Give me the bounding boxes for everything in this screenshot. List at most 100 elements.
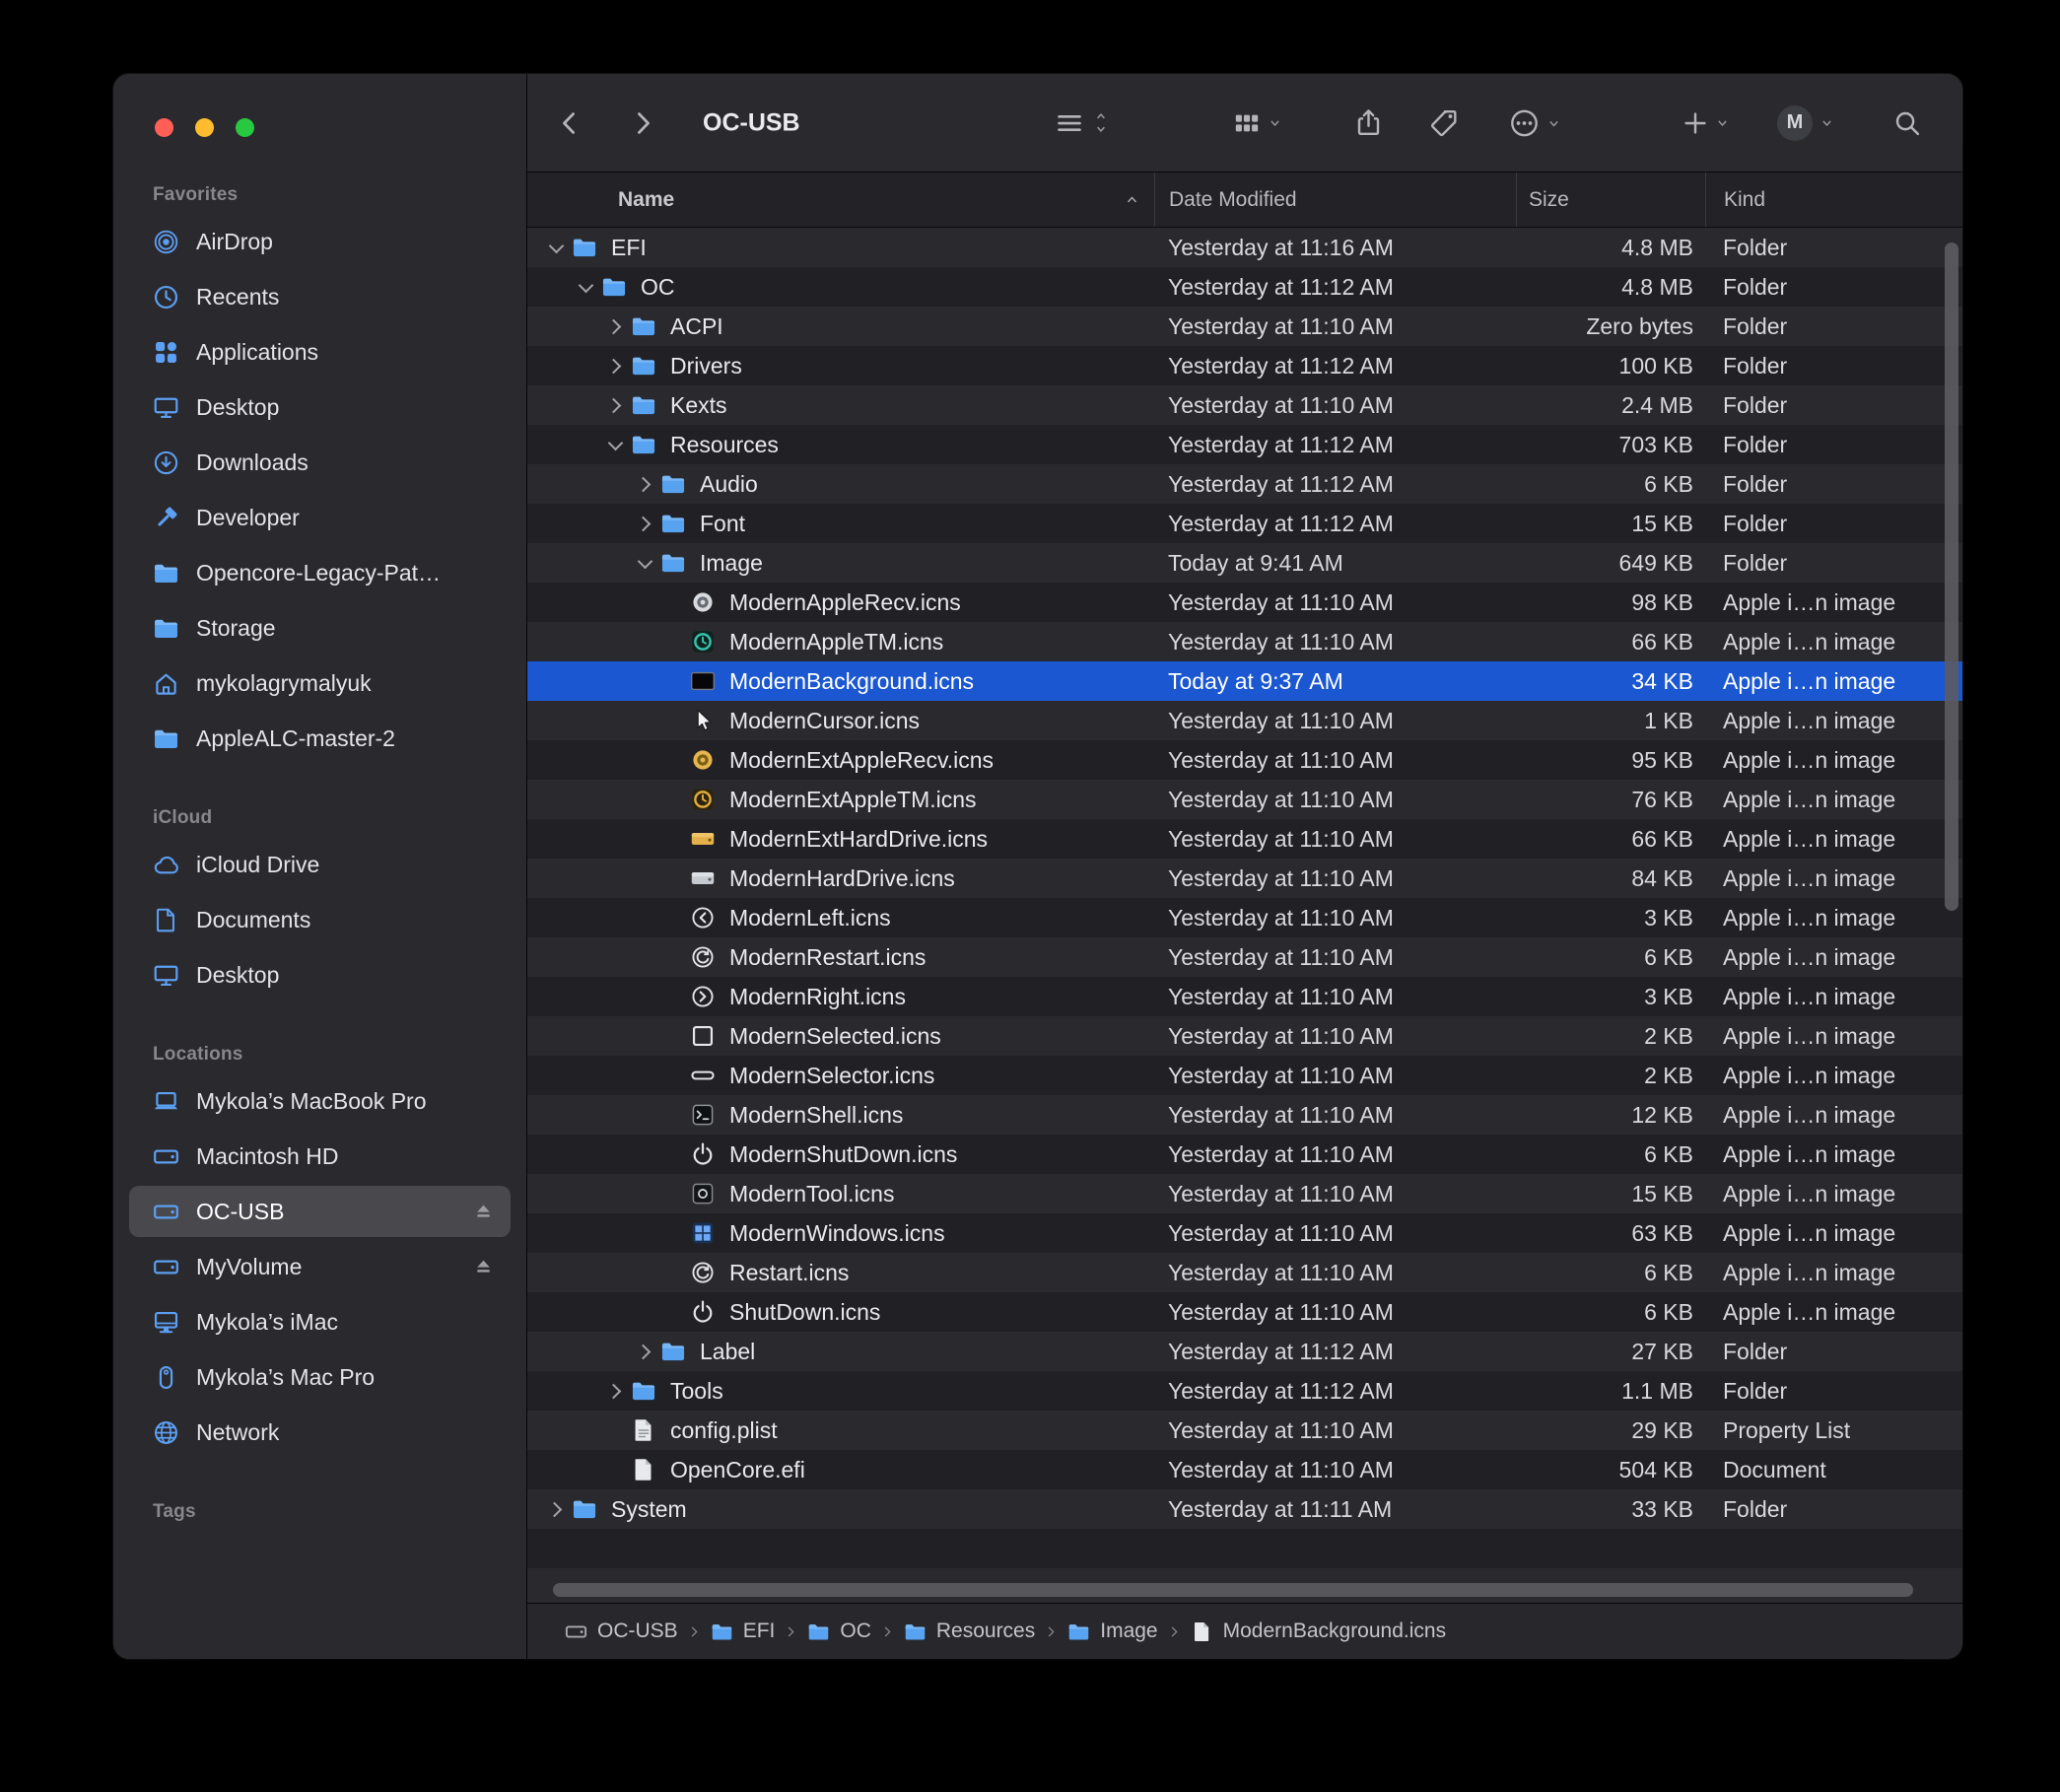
column-header-name[interactable]: Name [527,172,1154,227]
zoom-button[interactable] [236,118,254,137]
sidebar-item-macintosh-hd[interactable]: Macintosh HD [129,1131,511,1182]
disclosure-spacer [659,1095,689,1135]
path-item-resources[interactable]: Resources [904,1620,1035,1643]
file-row-modernselector-icns[interactable]: ModernSelector.icns Yesterday at 11:10 A… [527,1056,1962,1095]
file-row-modernappletm-icns[interactable]: ModernAppleTM.icns Yesterday at 11:10 AM… [527,622,1962,661]
sidebar-item-mykola-s-mac-pro[interactable]: Mykola’s Mac Pro [129,1351,511,1403]
file-row-oc[interactable]: OC Yesterday at 11:12 AM 4.8 MB Folder [527,267,1962,307]
sidebar-item-mykola-s-macbook-pro[interactable]: Mykola’s MacBook Pro [129,1075,511,1127]
disclosure-open-icon[interactable] [600,425,630,464]
disclosure-closed-icon[interactable] [541,1489,571,1529]
file-row-audio[interactable]: Audio Yesterday at 11:12 AM 6 KB Folder [527,464,1962,504]
minimize-button[interactable] [195,118,214,137]
file-row-image[interactable]: Image Today at 9:41 AM 649 KB Folder [527,543,1962,583]
disclosure-closed-icon[interactable] [600,1371,630,1411]
disclosure-closed-icon[interactable] [600,346,630,385]
path-item-oc[interactable]: OC [807,1620,871,1643]
file-row-modernharddrive-icns[interactable]: ModernHardDrive.icns Yesterday at 11:10 … [527,859,1962,898]
horizontal-scrollbar[interactable] [553,1583,1913,1597]
file-row-modernextharddrive-icns[interactable]: ModernExtHardDrive.icns Yesterday at 11:… [527,819,1962,859]
sidebar-item-storage[interactable]: Storage [129,602,511,654]
account-button[interactable]: M [1777,105,1833,141]
eject-icon[interactable] [472,1256,495,1278]
forward-button[interactable] [630,110,655,136]
file-row-tools[interactable]: Tools Yesterday at 11:12 AM 1.1 MB Folde… [527,1371,1962,1411]
disclosure-closed-icon[interactable] [630,1332,659,1371]
file-row-moderncursor-icns[interactable]: ModernCursor.icns Yesterday at 11:10 AM … [527,701,1962,740]
sidebar-item-desktop[interactable]: Desktop [129,949,511,1000]
sidebar-item-recents[interactable]: Recents [129,271,511,322]
path-item-oc-usb[interactable]: OC-USB [565,1620,678,1643]
view-mode-button[interactable] [1056,109,1107,137]
column-header-kind[interactable]: Kind [1705,172,1962,227]
file-row-shutdown-icns[interactable]: ShutDown.icns Yesterday at 11:10 AM 6 KB… [527,1292,1962,1332]
back-button[interactable] [557,110,583,136]
file-row-font[interactable]: Font Yesterday at 11:12 AM 15 KB Folder [527,504,1962,543]
kind-cell: Apple i…n image [1705,661,1962,701]
file-row-modernextappletm-icns[interactable]: ModernExtAppleTM.icns Yesterday at 11:10… [527,780,1962,819]
disclosure-closed-icon[interactable] [600,385,630,425]
group-button[interactable] [1233,109,1281,137]
more-options-button[interactable] [1509,107,1560,138]
file-row-modernselected-icns[interactable]: ModernSelected.icns Yesterday at 11:10 A… [527,1016,1962,1056]
disclosure-closed-icon[interactable] [600,307,630,346]
file-row-modernleft-icns[interactable]: ModernLeft.icns Yesterday at 11:10 AM 3 … [527,898,1962,937]
sidebar-item-myvolume[interactable]: MyVolume [129,1241,511,1292]
file-row-modernapplerecv-icns[interactable]: ModernAppleRecv.icns Yesterday at 11:10 … [527,583,1962,622]
new-item-button[interactable] [1682,110,1729,136]
file-name: Kexts [670,392,727,419]
disclosure-spacer [659,1213,689,1253]
file-row-moderntool-icns[interactable]: ModernTool.icns Yesterday at 11:10 AM 15… [527,1174,1962,1213]
sidebar-section-locations: Locations [113,1044,526,1075]
sidebar-item-oc-usb[interactable]: OC-USB [129,1186,511,1237]
file-row-modernwindows-icns[interactable]: ModernWindows.icns Yesterday at 11:10 AM… [527,1213,1962,1253]
file-row-modernrestart-icns[interactable]: ModernRestart.icns Yesterday at 11:10 AM… [527,937,1962,977]
tag-button[interactable] [1428,107,1459,138]
file-row-system[interactable]: System Yesterday at 11:11 AM 33 KB Folde… [527,1489,1962,1529]
disclosure-open-icon[interactable] [630,543,659,583]
search-button[interactable] [1893,109,1921,137]
path-item-modernbackground-icns[interactable]: ModernBackground.icns [1191,1620,1446,1643]
sidebar-item-developer[interactable]: Developer [129,492,511,543]
sidebar-item-icloud-drive[interactable]: iCloud Drive [129,839,511,890]
sidebar-item-documents[interactable]: Documents [129,894,511,945]
path-item-efi[interactable]: EFI [711,1620,776,1643]
column-header-size[interactable]: Size [1516,172,1705,227]
sidebar-item-applications[interactable]: Applications [129,326,511,378]
column-header-date-modified[interactable]: Date Modified [1154,172,1516,227]
disclosure-open-icon[interactable] [571,267,600,307]
sidebar-item-desktop[interactable]: Desktop [129,381,511,433]
size-cell: 33 KB [1516,1489,1705,1529]
close-button[interactable] [155,118,173,137]
sidebar-item-mykola-s-imac[interactable]: Mykola’s iMac [129,1296,511,1347]
file-row-label[interactable]: Label Yesterday at 11:12 AM 27 KB Folder [527,1332,1962,1371]
file-row-modernextapplerecv-icns[interactable]: ModernExtAppleRecv.icns Yesterday at 11:… [527,740,1962,780]
disclosure-closed-icon[interactable] [630,504,659,543]
sidebar-item-applealc-master-2[interactable]: AppleALC-master-2 [129,713,511,764]
file-row-modernbackground-icns[interactable]: ModernBackground.icns Today at 9:37 AM 3… [527,661,1962,701]
file-row-resources[interactable]: Resources Yesterday at 11:12 AM 703 KB F… [527,425,1962,464]
kind-cell: Property List [1705,1411,1962,1450]
vertical-scrollbar[interactable] [1945,242,1958,911]
eject-icon[interactable] [472,1201,495,1223]
file-row-modernshutdown-icns[interactable]: ModernShutDown.icns Yesterday at 11:10 A… [527,1135,1962,1174]
disclosure-open-icon[interactable] [541,228,571,267]
sidebar-item-mykolagrymalyuk[interactable]: mykolagrymalyuk [129,657,511,709]
file-row-modernright-icns[interactable]: ModernRight.icns Yesterday at 11:10 AM 3… [527,977,1962,1016]
sidebar-item-network[interactable]: Network [129,1407,511,1458]
file-row-drivers[interactable]: Drivers Yesterday at 11:12 AM 100 KB Fol… [527,346,1962,385]
file-row-restart-icns[interactable]: Restart.icns Yesterday at 11:10 AM 6 KB … [527,1253,1962,1292]
sidebar-item-opencore-legacy-pat[interactable]: Opencore-Legacy-Pat… [129,547,511,598]
file-row-efi[interactable]: EFI Yesterday at 11:16 AM 4.8 MB Folder [527,228,1962,267]
sidebar-item-downloads[interactable]: Downloads [129,437,511,488]
file-row-acpi[interactable]: ACPI Yesterday at 11:10 AM Zero bytes Fo… [527,307,1962,346]
disclosure-closed-icon[interactable] [630,464,659,504]
sidebar-item-airdrop[interactable]: AirDrop [129,216,511,267]
file-row-modernshell-icns[interactable]: ModernShell.icns Yesterday at 11:10 AM 1… [527,1095,1962,1135]
file-row-config-plist[interactable]: config.plist Yesterday at 11:10 AM 29 KB… [527,1411,1962,1450]
file-row-kexts[interactable]: Kexts Yesterday at 11:10 AM 2.4 MB Folde… [527,385,1962,425]
path-item-image[interactable]: Image [1067,1620,1157,1643]
file-row-opencore-efi[interactable]: OpenCore.efi Yesterday at 11:10 AM 504 K… [527,1450,1962,1489]
date-modified-cell: Yesterday at 11:10 AM [1154,307,1516,346]
share-button[interactable] [1353,107,1384,138]
